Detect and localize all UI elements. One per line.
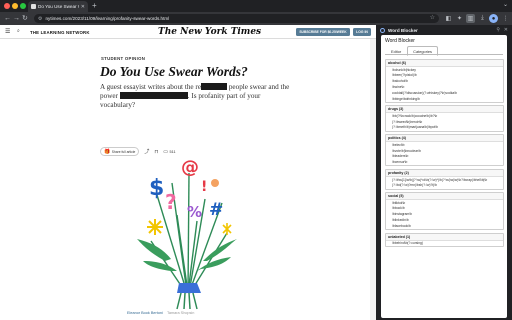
tab-categories[interactable]: Categories	[407, 46, 438, 56]
browser-tab-bar: Do You Use Swear Words? ✕ + ⌄	[0, 0, 512, 12]
category-title[interactable]: politics (4)	[386, 135, 503, 143]
bookmark-star-icon[interactable]: ☆	[430, 14, 435, 21]
category-rule-item[interactable]: \bfacebook\b	[386, 223, 503, 229]
tabs-divider	[385, 53, 503, 54]
new-tab-button[interactable]: +	[92, 1, 97, 11]
address-bar[interactable]: ⚙ nytimes.com/2023/11/09/learning/profan…	[34, 14, 439, 23]
window-close-button[interactable]	[4, 3, 10, 9]
category-rule-item[interactable]: (?:\bd(?:\w)?mn|\bsh(?:\w)?t)\b	[386, 183, 503, 189]
category-box: politics (4) \belect\b \bvote\b|\bnuclear\…	[385, 134, 504, 167]
pin-icon[interactable]: ⚲	[496, 27, 500, 33]
window-zoom-button[interactable]	[20, 3, 26, 9]
menu-kebab-icon[interactable]: ⋮	[501, 14, 510, 23]
category-title[interactable]: alcohol (6)	[386, 60, 503, 67]
search-icon[interactable]: ⌕	[17, 28, 20, 34]
illustration-credit: Eleanor Book Bertoni Tamara Shopsin	[127, 311, 194, 315]
tab-search-icon[interactable]: ⌄	[503, 1, 508, 8]
forward-icon[interactable]: →	[13, 14, 20, 23]
puzzle-extensions-icon[interactable]: ✦	[455, 14, 464, 23]
tab-editor[interactable]: Editor	[385, 46, 407, 56]
word-blocker-body: Word Blocker Editor Categories alcohol (…	[381, 35, 507, 318]
yellow-asterisk-bloom	[222, 223, 232, 235]
hash-bloom: #	[209, 200, 223, 220]
side-panel-title[interactable]: Word Blocker	[388, 28, 418, 33]
panel-tabs: Editor Categories	[385, 46, 438, 56]
bouquet-wrap	[177, 283, 201, 293]
back-icon[interactable]: ←	[4, 14, 11, 23]
nyt-header: ☰ ⌕ THE LEARNING NETWORK The New York Ti…	[0, 25, 376, 39]
redacted-word-block	[119, 92, 188, 100]
category-box: social (5) \btiktok\b \bbook\b \binstagram\…	[385, 192, 504, 230]
tab-close-icon[interactable]: ✕	[81, 4, 85, 10]
exclamation-bloom: !	[201, 179, 207, 195]
category-title[interactable]: social (5)	[386, 193, 503, 201]
category-title[interactable]: unlabeled (1)	[386, 233, 503, 241]
article-summary: A guest essayist writes about the re peo…	[100, 83, 290, 111]
profile-avatar[interactable]: ●	[489, 14, 498, 23]
leaves	[137, 239, 237, 271]
extension-icon[interactable]: ◧	[444, 14, 453, 23]
word-blocker-title: Word Blocker	[385, 38, 415, 44]
question-mark-bloom: ?	[165, 190, 177, 214]
category-title[interactable]: profanity (2)	[386, 169, 503, 177]
category-rule-item[interactable]: \bbinge\bdrinking\b	[386, 96, 503, 102]
nyt-favicon-icon	[31, 4, 36, 9]
login-button[interactable]: LOG IN	[353, 28, 371, 36]
reload-icon[interactable]: ↻	[22, 14, 28, 23]
nyt-logo[interactable]: The New York Times	[158, 27, 261, 37]
side-panel-icon[interactable]: ▥	[466, 14, 475, 23]
side-panel: Word Blocker ⚲ ✕ Word Blocker Editor Cat…	[376, 25, 512, 320]
credit-source: Tamara Shopsin	[166, 311, 195, 315]
hamburger-menu-icon[interactable]: ☰	[5, 28, 10, 35]
category-box: drugs (3) \bb(?!\bcrack\b)cocaine\b|\b?\b…	[385, 105, 504, 132]
word-blocker-icon	[380, 27, 385, 33]
category-rule-item[interactable]: (?:\b\w{1}\w\b|(?:\w)*ck\b(?:\w)*)\b(?:\…	[386, 177, 503, 183]
orange-bloom	[211, 179, 219, 187]
nyt-article-page: ☰ ⌕ THE LEARNING NETWORK The New York Ti…	[0, 25, 376, 320]
category-rule-item[interactable]: (?:\bmeth\b)marijuana\b|\bpot\b	[386, 125, 503, 131]
credit-artist-link[interactable]: Eleanor Book Bertoni	[127, 311, 163, 315]
percent-bloom: %	[187, 203, 202, 221]
subscribe-button[interactable]: SUBSCRIBE FOR $0.25/WEEK	[296, 28, 350, 36]
browser-tab[interactable]: Do You Use Swear Words? ✕	[28, 1, 88, 12]
close-panel-icon[interactable]: ✕	[504, 27, 508, 33]
redacted-word-block	[201, 83, 228, 90]
section-name[interactable]: THE LEARNING NETWORK	[30, 30, 90, 35]
site-info-icon[interactable]: ⚙	[38, 16, 42, 22]
summary-text-1: A guest essayist writes about the re	[100, 83, 202, 91]
dollar-sign-bloom: $	[149, 176, 164, 201]
at-sign-bloom: @	[181, 157, 199, 178]
article-kicker: STUDENT OPINION	[101, 56, 146, 61]
category-box: profanity (2) (?:\b\w{1}\w\b|(?:\w)*ck\b(…	[385, 168, 504, 190]
article-headline: Do You Use Swear Words?	[100, 64, 248, 79]
download-icon[interactable]: ⤓	[478, 14, 487, 23]
tab-title: Do You Use Swear Words?	[38, 4, 79, 9]
category-box: alcohol (6) \bdrunk\b|hickey \bbeer(?!pist…	[385, 59, 504, 103]
gift-icon: 🎁	[104, 148, 111, 155]
category-rule-item[interactable]: \bbehind\b(?:cursing)	[386, 241, 503, 247]
category-rule-item[interactable]: \bcensor\b	[386, 160, 503, 166]
category-box: unlabeled (1) \bbehind\b(?:cursing)	[385, 232, 504, 248]
bouquet-illustration: $ @ ? % # !	[137, 157, 237, 310]
yellow-star-bloom	[147, 219, 163, 235]
category-list: alcohol (6) \bdrunk\b|hickey \bbeer(?!pist…	[385, 59, 504, 250]
category-title[interactable]: drugs (3)	[386, 106, 503, 114]
side-panel-header: Word Blocker ⚲ ✕	[376, 25, 512, 35]
url-text: nytimes.com/2023/11/09/learning/profanit…	[45, 16, 170, 21]
window-minimize-button[interactable]	[12, 3, 18, 9]
browser-toolbar: ← → ↻ ⚙ nytimes.com/2023/11/09/learning/…	[0, 12, 512, 25]
stem-ends	[176, 292, 198, 310]
